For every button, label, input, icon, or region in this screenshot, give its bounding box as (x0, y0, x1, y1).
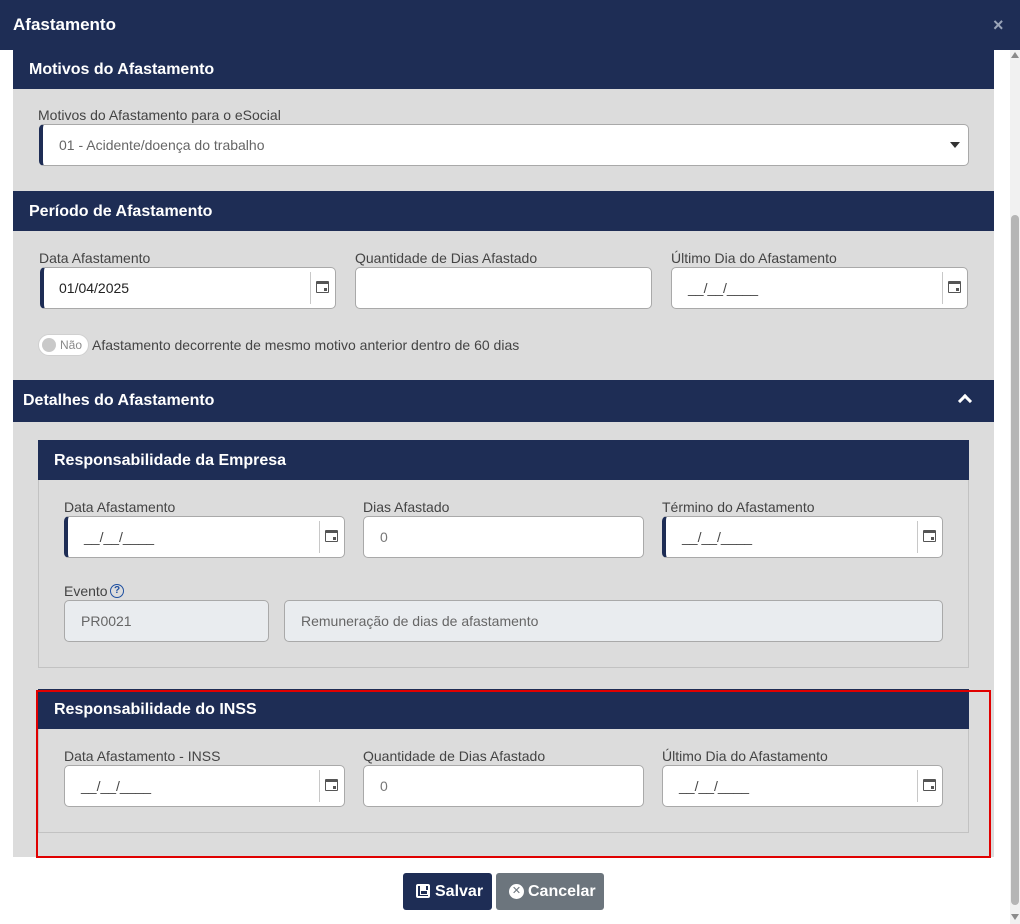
evento-desc-value: Remuneração de dias de afastamento (301, 613, 539, 629)
evento-desc-input: Remuneração de dias de afastamento (284, 600, 943, 642)
close-icon[interactable]: × (993, 16, 1004, 34)
calendar-divider (319, 521, 320, 553)
calendar-divider (917, 521, 918, 553)
save-icon (416, 884, 430, 898)
scroll-thumb[interactable] (1011, 215, 1019, 905)
scrollbar[interactable] (1010, 50, 1020, 924)
periodo-data-label: Data Afastamento (39, 250, 151, 266)
periodo-ultimo-label: Último Dia do Afastamento (671, 250, 837, 266)
motivo-select-value: 01 - Acidente/doença do trabalho (59, 137, 265, 153)
calendar-divider (310, 272, 311, 304)
periodo-data-value: 01/04/2025 (59, 280, 130, 296)
periodo-ultimo-value: __/__/____ (688, 280, 759, 296)
empresa-data-input[interactable]: __/__/____ (64, 516, 345, 558)
save-button-label: Salvar (435, 883, 484, 900)
mesmo-motivo-label: Afastamento decorrente de mesmo motivo a… (92, 337, 520, 353)
cancel-button[interactable]: ✕ Cancelar (496, 873, 604, 910)
inss-highlight-box (36, 690, 991, 858)
empresa-termino-value: __/__/____ (682, 529, 753, 545)
periodo-qtd-label: Quantidade de Dias Afastado (355, 250, 538, 266)
empresa-title: Responsabilidade da Empresa (54, 452, 287, 469)
calendar-icon[interactable] (948, 281, 961, 293)
mesmo-motivo-toggle[interactable]: Não (38, 334, 89, 356)
cancel-button-label: Cancelar (528, 883, 596, 900)
empresa-header: Responsabilidade da Empresa (38, 440, 969, 480)
toggle-state-label: Não (60, 338, 83, 352)
evento-code-value: PR0021 (81, 613, 132, 629)
empresa-termino-label: Término do Afastamento (662, 499, 815, 515)
empresa-dias-label: Dias Afastado (363, 499, 450, 515)
empresa-termino-input[interactable]: __/__/____ (662, 516, 943, 558)
section-motivos-title: Motivos do Afastamento (29, 61, 215, 78)
section-motivos-header: Motivos do Afastamento (13, 50, 994, 89)
section-periodo-header: Período de Afastamento (13, 191, 994, 231)
motivo-select[interactable]: 01 - Acidente/doença do trabalho (39, 124, 969, 166)
evento-code-input: PR0021 (64, 600, 269, 642)
periodo-data-input[interactable]: 01/04/2025 (40, 267, 336, 309)
calendar-icon[interactable] (923, 530, 936, 542)
calendar-icon[interactable] (325, 530, 338, 542)
toggle-knob (42, 338, 56, 352)
cancel-icon: ✕ (509, 884, 524, 899)
calendar-divider (942, 272, 943, 304)
motivo-select-label: Motivos do Afastamento para o eSocial (38, 107, 281, 123)
scroll-down-arrow-icon[interactable] (1011, 914, 1019, 920)
help-icon[interactable]: ? (110, 584, 124, 598)
dialog-titlebar: Afastamento × (0, 0, 1020, 50)
empresa-data-label: Data Afastamento (64, 499, 176, 515)
chevron-down-icon (950, 142, 960, 148)
periodo-qtd-input[interactable] (355, 267, 652, 309)
empresa-dias-input[interactable]: 0 (363, 516, 644, 558)
section-detalhes-header[interactable]: Detalhes do Afastamento (13, 380, 994, 422)
dialog-title: Afastamento (13, 15, 116, 34)
calendar-icon[interactable] (316, 281, 329, 293)
empresa-dias-value: 0 (380, 529, 388, 545)
scroll-up-arrow-icon[interactable] (1011, 52, 1019, 58)
empresa-data-value: __/__/____ (84, 529, 155, 545)
save-button[interactable]: Salvar (403, 873, 492, 910)
section-detalhes-title: Detalhes do Afastamento (23, 392, 215, 409)
section-periodo-title: Período de Afastamento (29, 203, 213, 220)
periodo-ultimo-input[interactable]: __/__/____ (671, 267, 968, 309)
evento-label: Evento (64, 583, 108, 599)
